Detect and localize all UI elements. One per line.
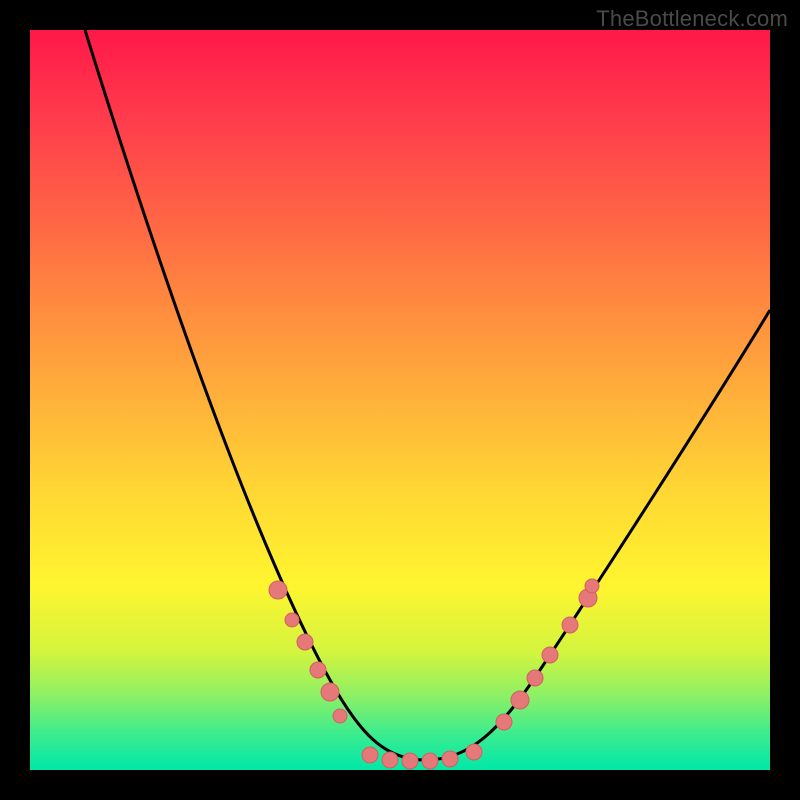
- data-marker: [297, 634, 313, 650]
- data-marker: [269, 581, 287, 599]
- bottleneck-curve: [85, 30, 770, 760]
- data-marker: [321, 683, 339, 701]
- watermark-text: TheBottleneck.com: [596, 6, 788, 32]
- data-marker: [585, 579, 599, 593]
- data-marker: [333, 709, 347, 723]
- data-marker: [402, 753, 418, 769]
- data-marker: [542, 647, 558, 663]
- data-marker: [562, 617, 578, 633]
- chart-frame: TheBottleneck.com: [0, 0, 800, 800]
- chart-plot-area: [30, 30, 770, 770]
- data-marker: [511, 691, 529, 709]
- curve-group: [85, 30, 770, 760]
- marker-group: [269, 579, 599, 769]
- data-marker: [442, 751, 458, 767]
- data-marker: [285, 613, 299, 627]
- data-marker: [527, 670, 543, 686]
- data-marker: [422, 753, 438, 769]
- data-marker: [382, 752, 398, 768]
- data-marker: [466, 744, 482, 760]
- chart-svg: [30, 30, 770, 770]
- data-marker: [496, 714, 512, 730]
- data-marker: [310, 662, 326, 678]
- data-marker: [362, 747, 378, 763]
